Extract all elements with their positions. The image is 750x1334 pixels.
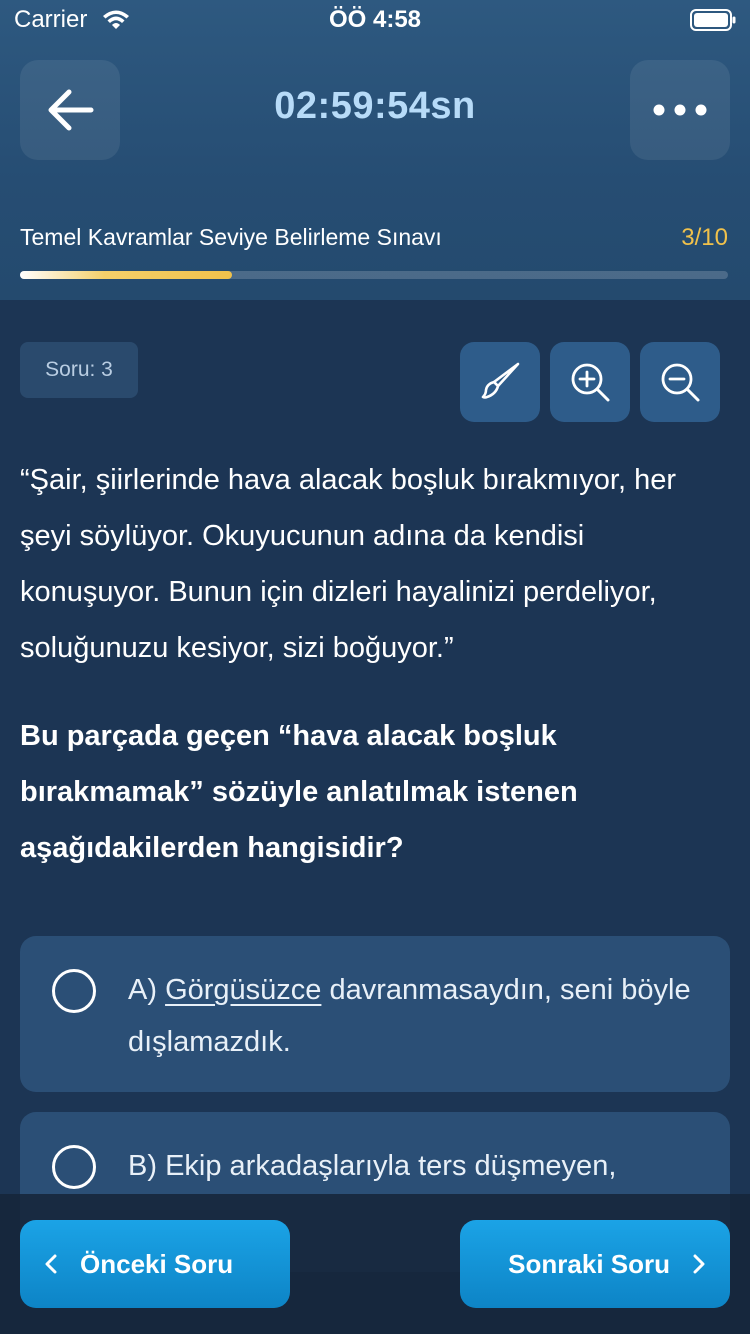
option-text: B) Ekip arkadaşlarıyla ters düşmeyen, — [128, 1140, 698, 1192]
status-bar: Carrier ÖÖ 4:58 — [0, 0, 750, 40]
answer-option-a[interactable]: A) Görgüsüzce davranmasaydın, seni böyle… — [20, 936, 730, 1092]
exam-title: Temel Kavramlar Seviye Belirleme Sınavı — [20, 224, 442, 250]
option-prefix: B) — [128, 1150, 166, 1182]
radio-button[interactable] — [52, 1145, 96, 1189]
option-rest: Ekip arkadaşlarıyla ters düşmeyen, — [165, 1150, 617, 1182]
previous-question-label: Önceki Soru — [80, 1248, 234, 1279]
previous-question-button[interactable]: Önceki Soru — [20, 1220, 290, 1308]
option-highlighted-word: Görgüsüzce — [165, 974, 322, 1006]
question-passage: “Şair, şiirlerinde hava alacak boşluk bı… — [20, 464, 677, 664]
zoom-in-icon — [571, 363, 610, 402]
highlight-tool-button[interactable] — [460, 342, 540, 422]
zoom-out-icon — [661, 363, 700, 402]
zoom-out-button[interactable] — [640, 342, 720, 422]
question-text: Bu parçada geçen “hava alacak boşluk bır… — [20, 720, 578, 864]
chevron-left-icon — [45, 1254, 57, 1274]
exam-progress-bar — [20, 271, 728, 279]
option-prefix: A) — [128, 974, 166, 1006]
battery-icon — [690, 9, 736, 31]
option-text: A) Görgüsüzce davranmasaydın, seni böyle… — [128, 964, 698, 1068]
chevron-right-icon — [693, 1254, 705, 1274]
question-number-badge: Soru: 3 — [20, 342, 138, 398]
next-question-button[interactable]: Sonraki Soru — [460, 1220, 730, 1308]
more-horizontal-icon — [653, 104, 707, 116]
more-options-button[interactable] — [630, 60, 730, 160]
header: Carrier ÖÖ 4:58 02:59:54sn Temel Kavraml… — [0, 0, 750, 300]
brush-icon — [481, 362, 520, 399]
radio-button[interactable] — [52, 969, 96, 1013]
next-question-label: Sonraki Soru — [508, 1248, 670, 1279]
question-counter: 3/10 — [681, 224, 728, 251]
zoom-in-button[interactable] — [550, 342, 630, 422]
status-time: ÖÖ 4:58 — [328, 6, 422, 33]
exam-progress-fill — [20, 271, 233, 279]
